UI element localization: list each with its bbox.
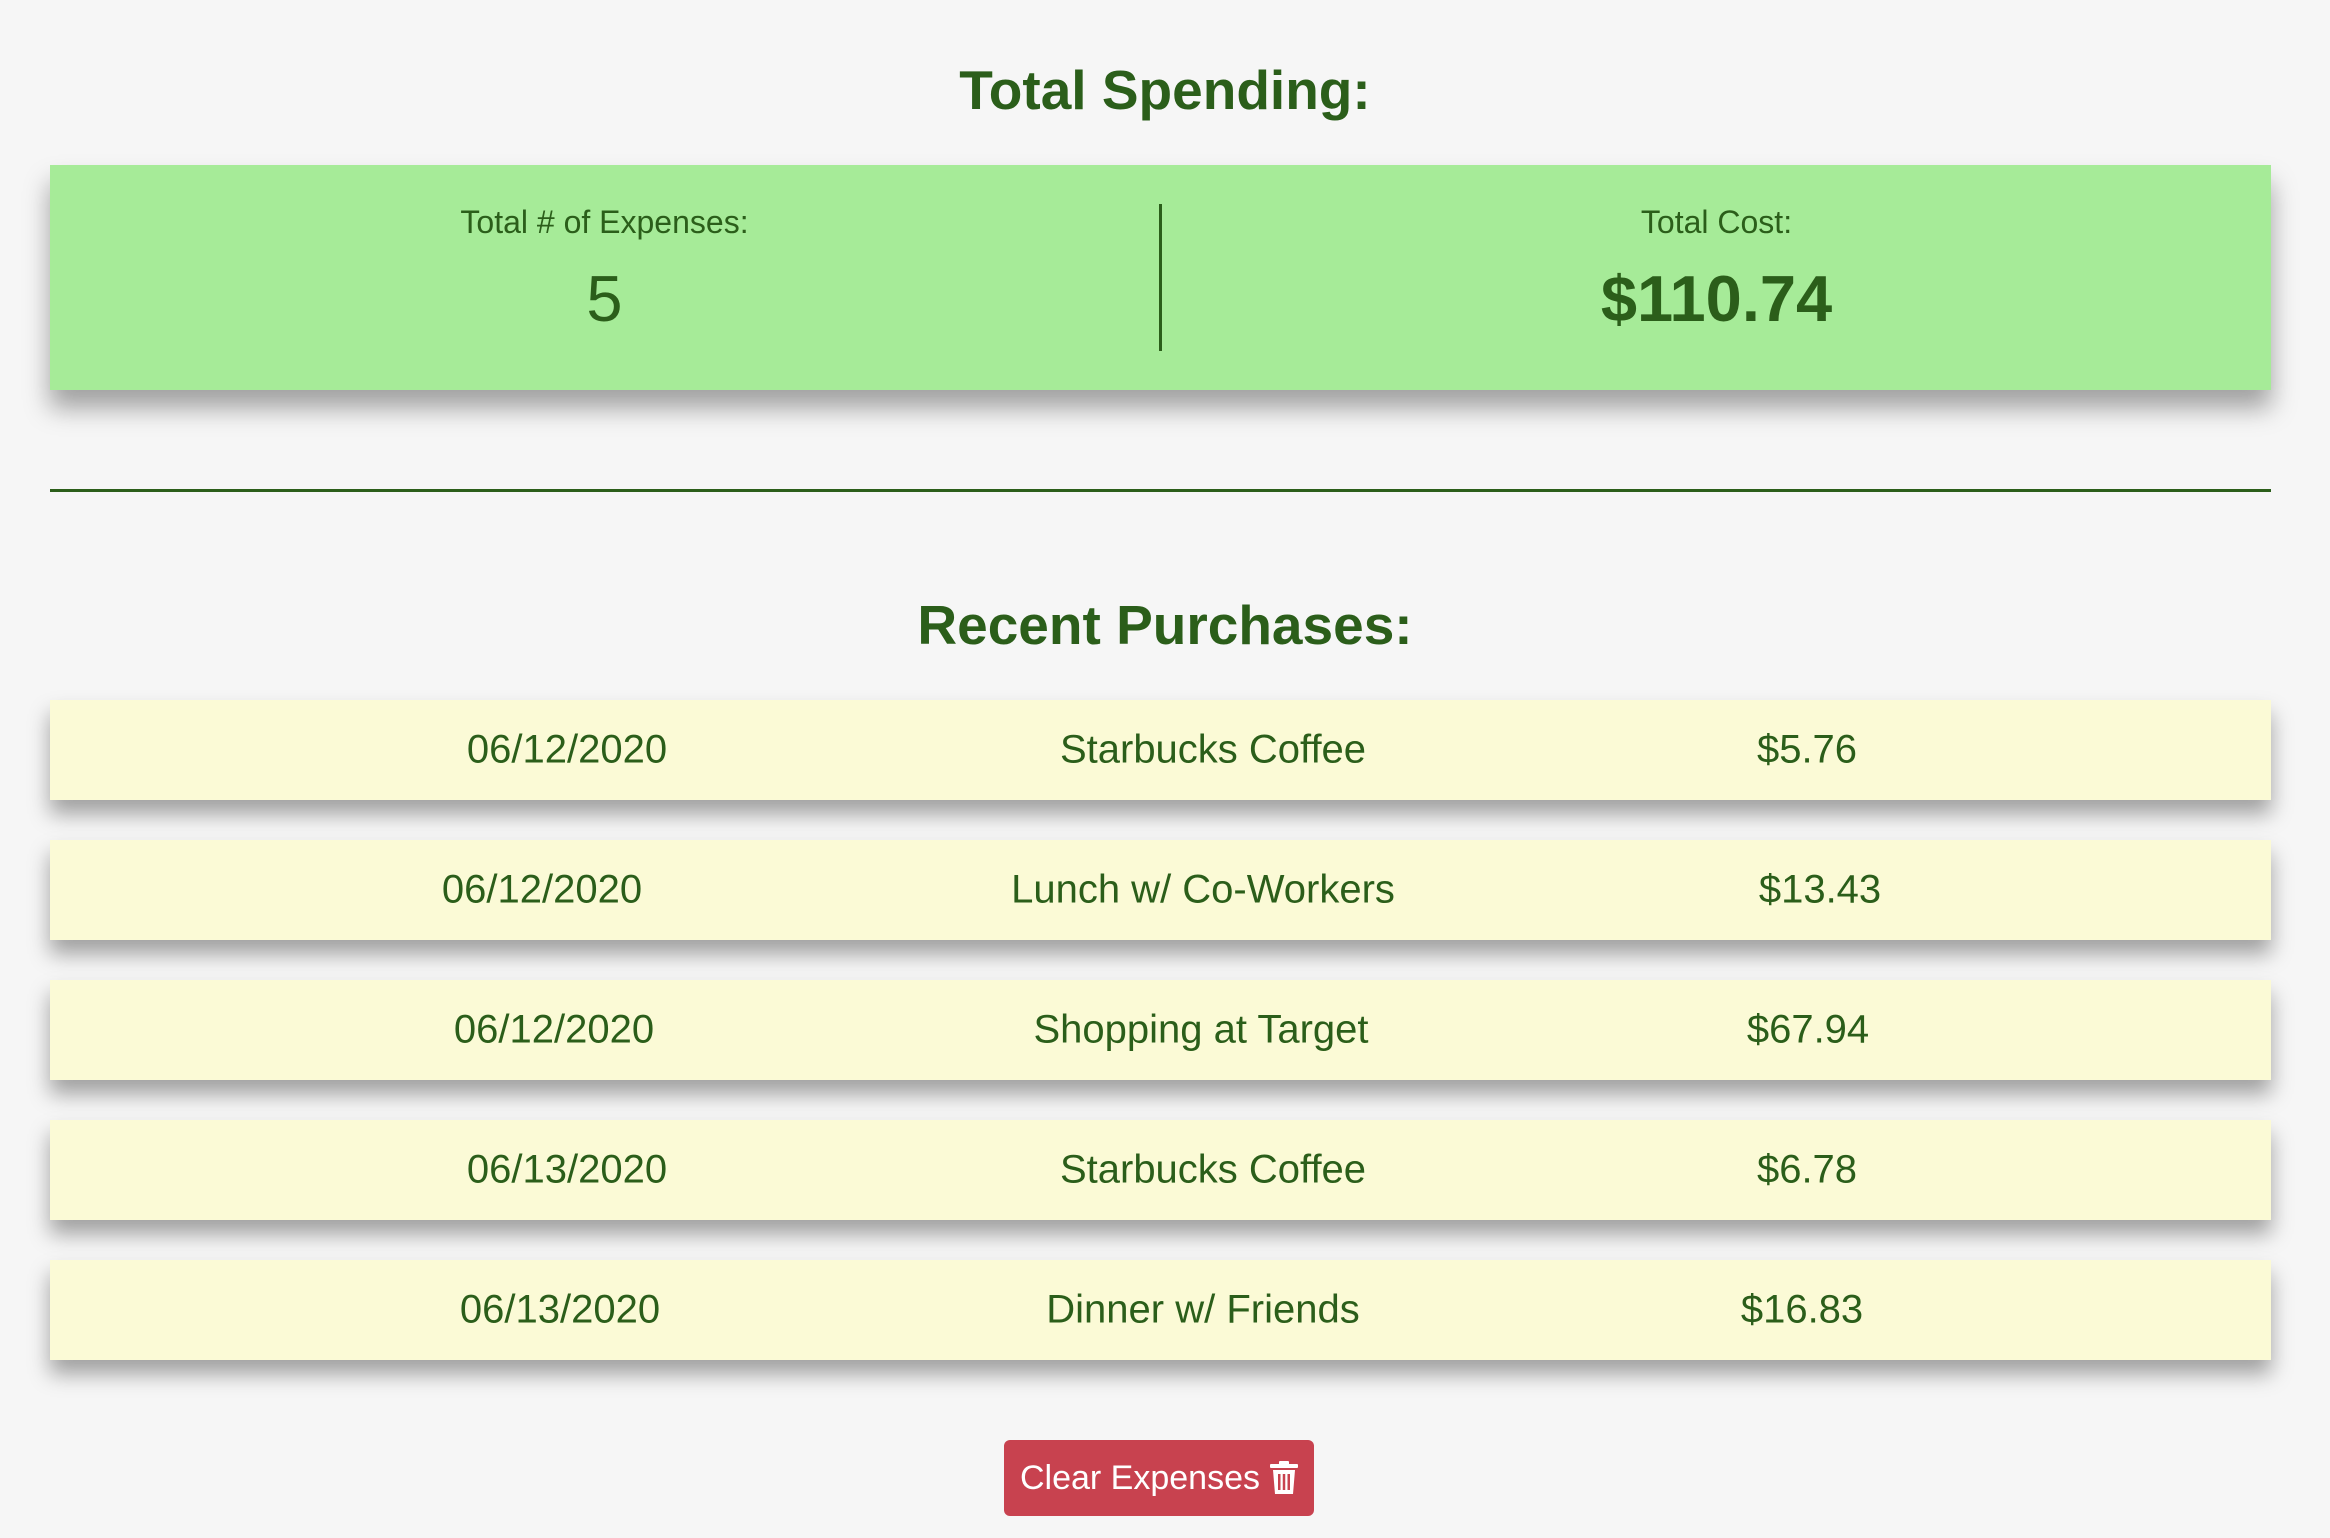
expense-count-panel: Total # of Expenses: 5 xyxy=(50,165,1159,390)
clear-expenses-label: Clear Expenses xyxy=(1019,1458,1260,1497)
purchase-date: 06/12/2020 xyxy=(441,867,643,912)
purchase-row: 06/13/2020 Dinner w/ Friends $16.83 xyxy=(50,1260,2271,1360)
purchase-description: Dinner w/ Friends xyxy=(1046,1287,1360,1332)
purchase-date: 06/12/2020 xyxy=(453,1007,655,1052)
purchase-amount: $13.43 xyxy=(1758,867,1882,912)
purchase-description: Starbucks Coffee xyxy=(1059,1147,1367,1192)
purchase-date: 06/13/2020 xyxy=(459,1287,661,1332)
purchase-row: 06/12/2020 Lunch w/ Co-Workers $13.43 xyxy=(50,840,2271,940)
purchase-amount: $6.78 xyxy=(1756,1147,1858,1192)
purchase-amount: $5.76 xyxy=(1756,727,1858,772)
purchase-description: Lunch w/ Co-Workers xyxy=(1011,867,1395,912)
purchase-row: 06/13/2020 Starbucks Coffee $6.78 xyxy=(50,1120,2271,1220)
trash-icon xyxy=(1270,1461,1298,1495)
clear-expenses-button[interactable]: Clear Expenses xyxy=(1004,1440,1314,1516)
purchase-date: 06/13/2020 xyxy=(466,1147,668,1192)
purchase-description: Shopping at Target xyxy=(1033,1007,1369,1052)
expense-count-label: Total # of Expenses: xyxy=(460,204,749,240)
total-cost-panel: Total Cost: $110.74 xyxy=(1162,165,2271,390)
purchase-row: 06/12/2020 Shopping at Target $67.94 xyxy=(50,980,2271,1080)
spending-summary-card: Total # of Expenses: 5 Total Cost: $110.… xyxy=(50,165,2271,390)
purchase-amount: $16.83 xyxy=(1740,1287,1864,1332)
purchase-amount: $67.94 xyxy=(1746,1007,1870,1052)
purchase-row: 06/12/2020 Starbucks Coffee $5.76 xyxy=(50,700,2271,800)
purchase-date: 06/12/2020 xyxy=(466,727,668,772)
section-divider xyxy=(50,489,2271,492)
expense-tracker-page: Total Spending: Total # of Expenses: 5 T… xyxy=(0,0,2330,1538)
recent-purchases-heading: Recent Purchases: xyxy=(917,594,1413,656)
total-spending-heading: Total Spending: xyxy=(959,59,1371,121)
purchase-description: Starbucks Coffee xyxy=(1059,727,1367,772)
total-cost-label: Total Cost: xyxy=(1640,204,1793,240)
total-cost-value: $110.74 xyxy=(1600,262,1833,335)
expense-count-value: 5 xyxy=(586,262,623,335)
